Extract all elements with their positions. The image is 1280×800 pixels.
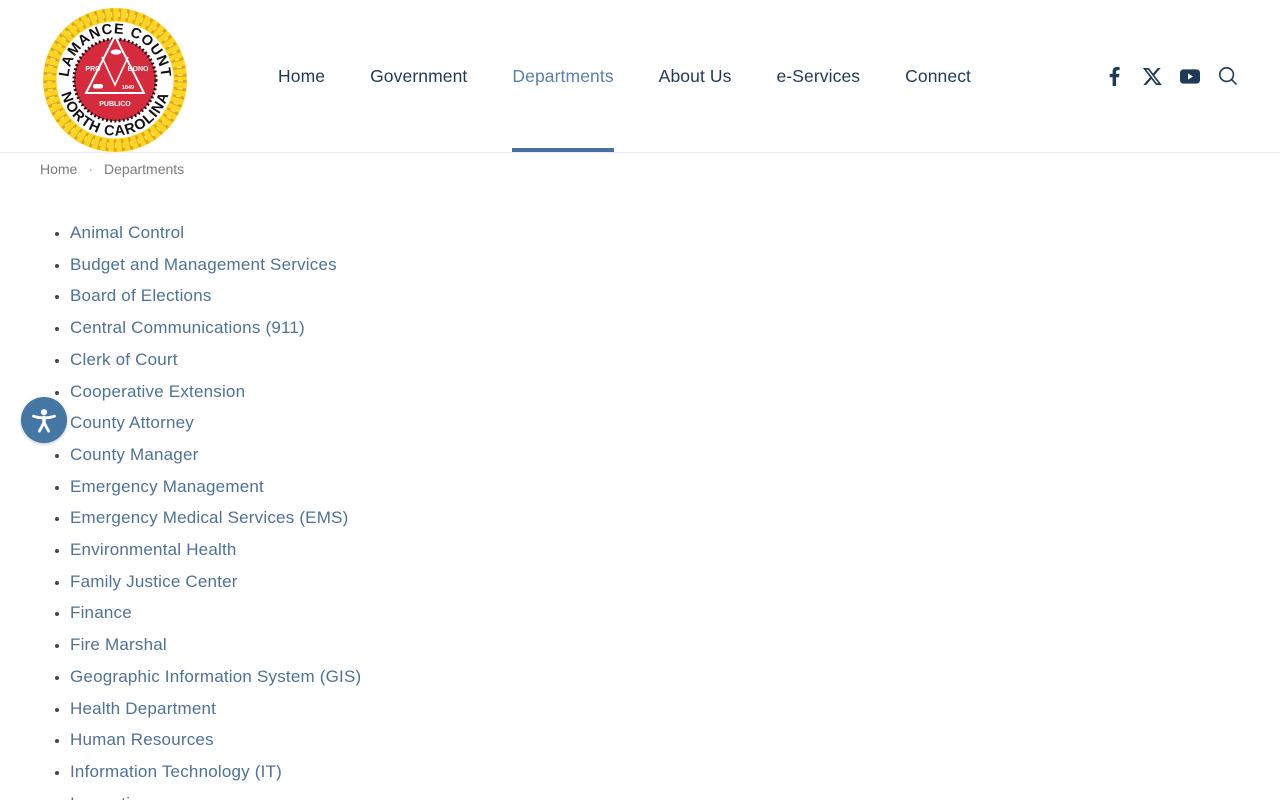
alamance-county-seal-logo[interactable]: ALAMANCE COUNTY NORTH CAROLINA PRO BONO … <box>40 5 190 148</box>
department-link-cooperative-extension[interactable]: Cooperative Extension <box>70 382 245 401</box>
department-link-county-attorney[interactable]: County Attorney <box>70 413 194 432</box>
department-list-item: Cooperative Extension <box>70 376 1280 408</box>
department-list: Animal Control Budget and Management Serv… <box>0 217 1280 800</box>
department-list-item: County Manager <box>70 439 1280 471</box>
breadcrumb-separator: · <box>88 161 93 177</box>
county-seal-icon: ALAMANCE COUNTY NORTH CAROLINA PRO BONO … <box>40 5 190 155</box>
nav-item-about-us[interactable]: About Us <box>659 0 732 152</box>
accessibility-widget-button[interactable] <box>21 397 67 443</box>
main-content: Animal Control Budget and Management Serv… <box>0 217 1280 800</box>
department-list-item: Emergency Management <box>70 471 1280 503</box>
department-list-item: Board of Elections <box>70 280 1280 312</box>
accessibility-person-icon <box>29 405 59 435</box>
breadcrumb: Home · Departments <box>0 153 1280 177</box>
department-list-item: Geographic Information System (GIS) <box>70 661 1280 693</box>
youtube-icon[interactable] <box>1180 66 1200 86</box>
department-link-geographic-information-system-gis-[interactable]: Geographic Information System (GIS) <box>70 667 361 686</box>
department-list-item: Animal Control <box>70 217 1280 249</box>
department-link-information-technology-it-[interactable]: Information Technology (IT) <box>70 762 282 781</box>
nav-item-departments[interactable]: Departments <box>512 0 613 152</box>
seal-year: 1849 <box>122 85 134 91</box>
department-link-fire-marshal[interactable]: Fire Marshal <box>70 635 167 654</box>
nav-item-connect[interactable]: Connect <box>905 0 971 152</box>
department-link-inspections[interactable]: Inspections <box>70 794 158 800</box>
department-link-central-communications-911-[interactable]: Central Communications (911) <box>70 318 305 337</box>
department-list-item: Environmental Health <box>70 534 1280 566</box>
department-link-emergency-medical-services-ems-[interactable]: Emergency Medical Services (EMS) <box>70 508 348 527</box>
department-list-item: Emergency Medical Services (EMS) <box>70 502 1280 534</box>
seal-motto-pro: PRO <box>85 66 101 73</box>
department-link-environmental-health[interactable]: Environmental Health <box>70 540 237 559</box>
department-list-item: Clerk of Court <box>70 344 1280 376</box>
facebook-icon[interactable] <box>1104 66 1124 86</box>
department-link-family-justice-center[interactable]: Family Justice Center <box>70 572 238 591</box>
seal-motto-publico: PUBLICO <box>99 101 131 108</box>
department-list-item: Central Communications (911) <box>70 312 1280 344</box>
department-list-item: Fire Marshal <box>70 629 1280 661</box>
department-list-item: County Attorney <box>70 407 1280 439</box>
department-link-emergency-management[interactable]: Emergency Management <box>70 477 264 496</box>
department-list-item: Information Technology (IT) <box>70 756 1280 788</box>
main-nav: Home Government Departments About Us e-Servi… <box>278 0 971 152</box>
department-link-animal-control[interactable]: Animal Control <box>70 223 184 242</box>
site-header: ALAMANCE COUNTY NORTH CAROLINA PRO BONO … <box>0 0 1280 153</box>
department-link-clerk-of-court[interactable]: Clerk of Court <box>70 350 178 369</box>
department-list-item: Budget and Management Services <box>70 249 1280 281</box>
nav-item-government[interactable]: Government <box>370 0 467 152</box>
department-list-item: Inspections <box>70 788 1280 800</box>
seal-motto-bono: BONO <box>128 66 150 73</box>
breadcrumb-home-link[interactable]: Home <box>40 161 77 177</box>
department-link-county-manager[interactable]: County Manager <box>70 445 198 464</box>
department-list-item: Family Justice Center <box>70 566 1280 598</box>
search-icon[interactable] <box>1218 66 1238 86</box>
breadcrumb-current-page: Departments <box>104 161 184 177</box>
department-link-human-resources[interactable]: Human Resources <box>70 730 214 749</box>
department-link-budget-and-management-services[interactable]: Budget and Management Services <box>70 255 337 274</box>
department-link-finance[interactable]: Finance <box>70 603 132 622</box>
department-list-item: Human Resources <box>70 724 1280 756</box>
nav-item-e-services[interactable]: e-Services <box>776 0 860 152</box>
x-twitter-icon[interactable] <box>1142 66 1162 86</box>
department-link-health-department[interactable]: Health Department <box>70 699 216 718</box>
department-list-item: Finance <box>70 597 1280 629</box>
department-list-item: Health Department <box>70 693 1280 725</box>
department-link-board-of-elections[interactable]: Board of Elections <box>70 286 212 305</box>
nav-item-home[interactable]: Home <box>278 0 325 152</box>
header-social-area <box>1104 0 1238 152</box>
